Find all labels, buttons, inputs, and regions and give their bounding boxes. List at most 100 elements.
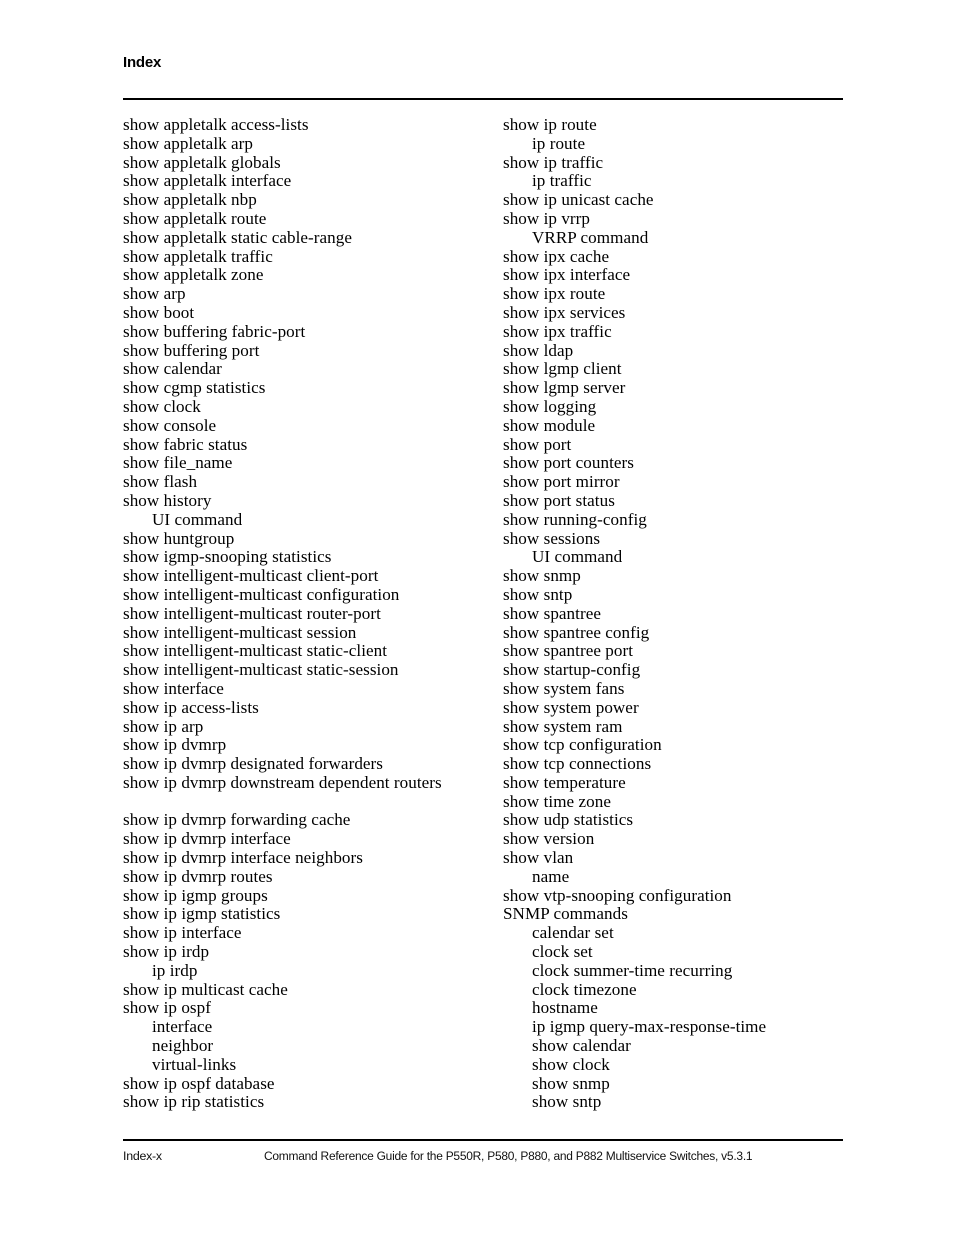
index-entry[interactable]: show port [503, 435, 875, 455]
index-entry[interactable]: show history [123, 491, 495, 511]
index-subentry[interactable]: show calendar [503, 1036, 875, 1056]
index-entry[interactable]: show appletalk arp [123, 134, 495, 154]
index-entry[interactable]: show ip dvmrp interface neighbors [123, 848, 495, 868]
index-entry[interactable]: show port mirror [503, 472, 875, 492]
index-entry[interactable]: show port status [503, 491, 875, 511]
index-entry[interactable]: show system fans [503, 679, 875, 699]
index-subentry[interactable]: clock set [503, 942, 875, 962]
index-entry[interactable]: show file_name [123, 454, 495, 473]
index-entry[interactable]: show spantree config [503, 623, 875, 643]
index-entry[interactable]: show ip unicast cache [503, 190, 875, 210]
index-subentry[interactable]: clock summer-time recurring [503, 961, 875, 981]
index-entry[interactable]: show buffering port [123, 341, 495, 361]
index-entry[interactable]: show ip rip statistics [123, 1093, 495, 1112]
index-entry[interactable]: show appletalk nbp [123, 190, 495, 210]
index-entry[interactable]: show boot [123, 303, 495, 323]
index-entry[interactable]: show appletalk traffic [123, 247, 495, 267]
index-entry[interactable]: show ipx route [503, 284, 875, 304]
index-entry[interactable]: show ipx services [503, 303, 875, 323]
index-entry[interactable]: show snmp [503, 566, 875, 586]
index-entry[interactable]: show interface [123, 679, 495, 699]
index-entry[interactable]: show module [503, 416, 875, 436]
index-entry[interactable]: show spantree [503, 604, 875, 624]
index-entry[interactable]: show ip dvmrp routes [123, 867, 495, 887]
index-entry[interactable]: show flash [123, 472, 495, 492]
index-entry[interactable]: show clock [123, 397, 495, 417]
index-subentry[interactable]: calendar set [503, 923, 875, 943]
index-entry[interactable]: show tcp connections [503, 754, 875, 774]
index-entry[interactable]: show appletalk zone [123, 266, 495, 285]
index-entry[interactable]: show time zone [503, 792, 875, 812]
index-entry[interactable]: show appletalk route [123, 209, 495, 229]
index-entry[interactable]: show ipx interface [503, 266, 875, 285]
index-entry[interactable]: show appletalk access-lists [123, 115, 495, 135]
index-entry[interactable]: show udp statistics [503, 811, 875, 830]
index-entry[interactable]: show fabric status [123, 435, 495, 455]
index-entry[interactable]: show vtp-snooping configuration [503, 886, 875, 906]
index-entry[interactable]: show intelligent-multicast static-sessio… [123, 660, 495, 680]
index-entry[interactable]: show ip multicast cache [123, 980, 495, 1000]
index-entry[interactable]: show running-config [503, 510, 875, 530]
index-entry[interactable]: show system ram [503, 717, 875, 737]
index-entry[interactable]: show ip route [503, 115, 875, 135]
index-entry[interactable]: show system power [503, 698, 875, 718]
index-entry[interactable]: show lgmp client [503, 360, 875, 379]
index-entry[interactable]: show appletalk static cable-range [123, 228, 495, 248]
index-entry[interactable]: show ip interface [123, 923, 495, 943]
index-entry[interactable]: show ipx traffic [503, 322, 875, 342]
index-entry[interactable]: show sntp [503, 585, 875, 605]
index-subentry[interactable]: VRRP command [503, 228, 875, 248]
index-entry[interactable]: show temperature [503, 773, 875, 793]
index-entry[interactable]: show ip dvmrp forwarding cache [123, 811, 495, 830]
index-entry[interactable]: show ip dvmrp downstream dependent route… [123, 773, 495, 793]
index-entry[interactable]: show tcp configuration [503, 735, 875, 755]
index-subentry[interactable]: ip traffic [503, 172, 875, 191]
index-entry[interactable]: show ip access-lists [123, 698, 495, 718]
index-subentry[interactable]: interface [123, 1017, 495, 1037]
index-subentry[interactable]: ip igmp query-max-response-time [503, 1017, 875, 1037]
index-entry[interactable]: show ip dvmrp interface [123, 829, 495, 849]
index-entry[interactable]: show ip igmp statistics [123, 905, 495, 924]
index-entry[interactable]: show cgmp statistics [123, 378, 495, 398]
index-entry[interactable]: show ldap [503, 341, 875, 361]
index-entry[interactable]: show ipx cache [503, 247, 875, 267]
index-entry[interactable]: show startup-config [503, 660, 875, 680]
index-entry[interactable]: show logging [503, 397, 875, 417]
index-entry[interactable]: show appletalk globals [123, 153, 495, 173]
index-subentry[interactable]: virtual-links [123, 1055, 495, 1075]
index-subentry[interactable]: neighbor [123, 1036, 495, 1056]
index-entry[interactable]: show intelligent-multicast configuration [123, 585, 495, 605]
index-entry[interactable]: show ip traffic [503, 153, 875, 173]
index-subentry[interactable]: UI command [123, 510, 495, 530]
index-subentry[interactable]: show sntp [503, 1093, 875, 1112]
index-entry[interactable]: show arp [123, 284, 495, 304]
index-subentry[interactable]: ip irdp [123, 961, 495, 981]
index-entry[interactable]: show vlan [503, 848, 875, 868]
index-entry[interactable]: show igmp-snooping statistics [123, 548, 495, 567]
index-entry[interactable]: show console [123, 416, 495, 436]
index-entry[interactable]: show ip vrrp [503, 209, 875, 229]
index-entry[interactable]: show appletalk interface [123, 172, 495, 191]
index-subentry[interactable]: UI command [503, 548, 875, 567]
index-entry[interactable]: show ip arp [123, 717, 495, 737]
index-entry[interactable]: show ip igmp groups [123, 886, 495, 906]
index-entry[interactable]: show ip irdp [123, 942, 495, 962]
index-subentry[interactable]: show snmp [503, 1074, 875, 1094]
index-subentry[interactable]: ip route [503, 134, 875, 154]
index-entry[interactable]: show calendar [123, 360, 495, 379]
index-entry[interactable]: show port counters [503, 454, 875, 473]
index-subentry[interactable]: clock timezone [503, 980, 875, 1000]
index-entry[interactable]: show buffering fabric-port [123, 322, 495, 342]
index-entry[interactable]: show intelligent-multicast router-port [123, 604, 495, 624]
index-subentry[interactable]: hostname [503, 999, 875, 1018]
index-entry[interactable]: show ip ospf [123, 999, 495, 1018]
index-entry[interactable]: show ip dvmrp designated forwarders [123, 754, 495, 774]
index-entry[interactable]: show ip ospf database [123, 1074, 495, 1094]
index-entry[interactable]: show intelligent-multicast session [123, 623, 495, 643]
index-subentry[interactable]: show clock [503, 1055, 875, 1075]
index-entry[interactable]: show version [503, 829, 875, 849]
index-entry[interactable]: show spantree port [503, 642, 875, 661]
index-entry[interactable]: show ip dvmrp [123, 735, 495, 755]
index-entry[interactable]: show huntgroup [123, 529, 495, 549]
index-subentry[interactable]: name [503, 867, 875, 887]
